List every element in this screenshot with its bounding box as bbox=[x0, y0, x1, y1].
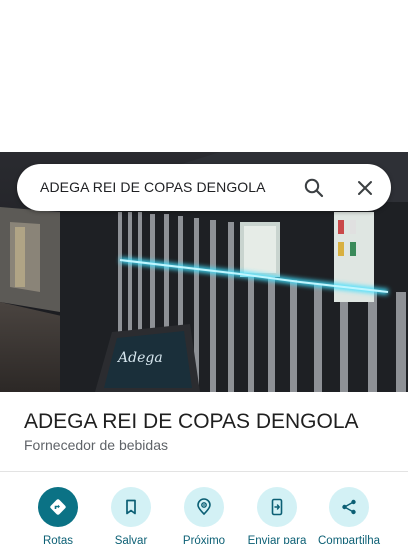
chalkboard-text: Adega bbox=[116, 350, 163, 366]
place-title: ADEGA REI DE COPAS DENGOLA bbox=[24, 410, 359, 433]
search-bar[interactable]: ADEGA REI DE COPAS DENGOLA bbox=[17, 164, 391, 211]
close-icon[interactable] bbox=[353, 176, 377, 200]
divider bbox=[0, 471, 408, 472]
place-category: Fornecedor de bebidas bbox=[24, 437, 168, 453]
share-label: Compartilha bbox=[318, 535, 380, 544]
nearby-icon bbox=[184, 487, 224, 527]
share-button[interactable]: Compartilha bbox=[309, 487, 389, 544]
map-area-blank bbox=[0, 0, 408, 152]
search-input[interactable]: ADEGA REI DE COPAS DENGOLA bbox=[40, 179, 290, 195]
send-to-phone-icon bbox=[257, 487, 297, 527]
search-icon[interactable] bbox=[302, 176, 326, 200]
bookmark-icon bbox=[111, 487, 151, 527]
directions-icon bbox=[38, 487, 78, 527]
share-icon bbox=[329, 487, 369, 527]
